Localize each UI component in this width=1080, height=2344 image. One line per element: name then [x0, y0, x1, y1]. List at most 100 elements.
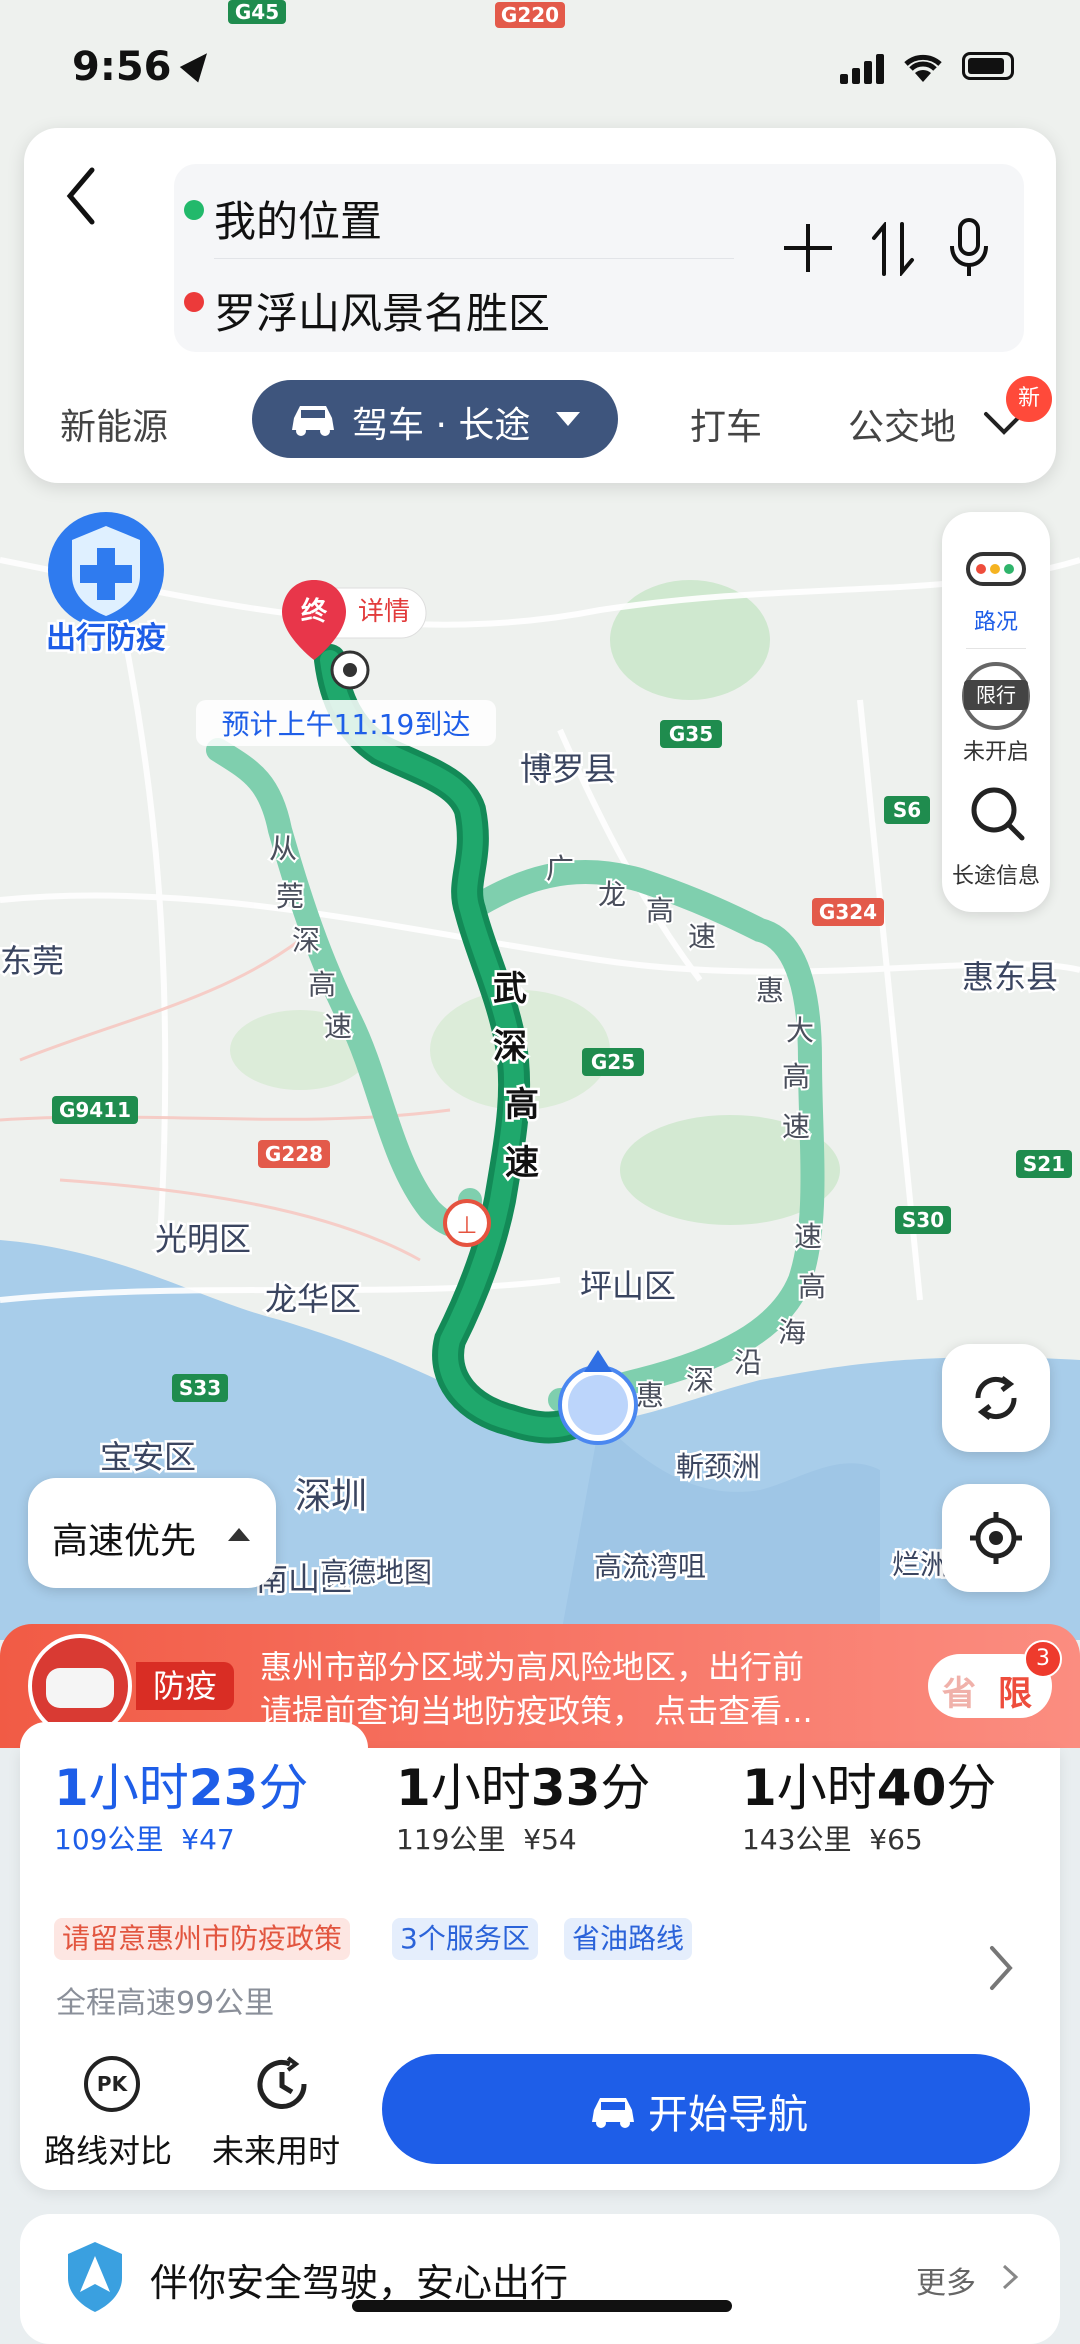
svg-text:终: 终 — [301, 596, 328, 627]
road-congguan-0: 从 — [269, 832, 297, 865]
back-icon[interactable] — [62, 164, 102, 228]
svg-text:G25: G25 — [591, 1050, 635, 1074]
road-wushen-2: 高 — [505, 1085, 539, 1125]
map-watermark: 高德地图 — [320, 1556, 432, 1589]
route-2-time: 1小时33分 — [396, 1759, 651, 1817]
alert-tag: 防疫 — [136, 1662, 234, 1710]
tag-epidemic-policy: 请留意惠州市防疫政策 — [54, 1918, 351, 1960]
signal-icon — [840, 52, 892, 84]
tab-drive-long-label: 驾车 · 长途 — [352, 405, 531, 446]
route-1-time: 1小时23分 — [54, 1759, 309, 1817]
road-huishen-0: 惠 — [636, 1379, 664, 1412]
locate-button[interactable] — [942, 1484, 1050, 1592]
status-bar: 9:56 — [0, 0, 1080, 130]
limit-count-badge: 3 — [1024, 1640, 1062, 1678]
road-wushen-3: 速 — [505, 1143, 539, 1183]
route-option-1[interactable]: 1小时23分 109公里 ¥47 — [54, 1748, 364, 1878]
traffic-label: 路况 — [973, 610, 1018, 635]
origin-field[interactable]: 我的位置 — [214, 188, 382, 249]
tab-transit[interactable]: 公交地 — [848, 398, 958, 450]
shield-s33: S33 — [172, 1374, 228, 1402]
shield-s21: S21 — [1016, 1150, 1072, 1178]
dropdown-caret-icon — [556, 412, 580, 426]
refresh-route-button[interactable] — [942, 1344, 1050, 1452]
svg-text:G9411: G9411 — [59, 1098, 131, 1122]
tab-new-energy[interactable]: 新能源 — [60, 398, 168, 450]
compare-routes-label: 路线对比 — [44, 2132, 173, 2170]
location-arrow-icon — [179, 45, 217, 83]
svg-text:S21: S21 — [1023, 1152, 1065, 1176]
start-navigation-label: 开始导航 — [648, 2092, 808, 2138]
road-guanglong-1: 龙 — [598, 878, 626, 911]
add-waypoint-icon[interactable] — [784, 224, 832, 272]
destination-field[interactable]: 罗浮山风景名胜区 — [214, 280, 550, 341]
tab-drive-long[interactable]: 驾车 · 长途 — [252, 380, 618, 458]
shield-logo-icon — [68, 2242, 122, 2312]
svg-text:出行防疫: 出行防疫 — [46, 621, 166, 656]
swap-icon[interactable] — [870, 222, 916, 276]
road-huida-1: 大 — [786, 1014, 814, 1047]
route-options-card: 1小时23分 109公里 ¥47 1小时33分 119公里 ¥54 1小时40分… — [20, 1722, 1060, 2190]
route-2-detail: 119公里 ¥54 — [396, 1823, 577, 1856]
road-congguan-2: 深 — [292, 924, 320, 957]
svg-text:预计上午11:19到达: 预计上午11:19到达 — [222, 708, 471, 741]
route-preference-label: 高速优先 — [52, 1521, 197, 1562]
svg-text:S33: S33 — [179, 1376, 221, 1400]
safety-banner[interactable]: 伴你安全驾驶，安心出行 更多 — [20, 2214, 1060, 2344]
map-tools-panel: 路况 限行 未开启 长途信息 — [942, 512, 1050, 912]
restrict-label: 未开启 — [962, 740, 1029, 765]
route-3-time: 1小时40分 — [742, 1759, 997, 1817]
road-wushen-1: 深 — [493, 1027, 527, 1067]
shield-g9411: G9411 — [52, 1096, 138, 1124]
route-detail-chevron-icon[interactable] — [986, 1944, 1016, 1992]
place-shenzhen: 深圳 — [295, 1476, 367, 1517]
shield-g35: G35 — [660, 720, 722, 748]
start-navigation-button[interactable]: 开始导航 — [382, 2054, 1030, 2164]
restrict-icon[interactable]: 限行 — [962, 662, 1030, 730]
svg-text:G228: G228 — [265, 1142, 323, 1166]
car-icon — [592, 2098, 634, 2128]
status-time: 9:56 — [72, 44, 172, 90]
route-search-card: 我的位置 罗浮山风景名胜区 新能源 驾车 · 长途 打车 公交地 — [24, 128, 1056, 483]
road-huida-2: 高 — [782, 1060, 810, 1093]
future-time-button[interactable]: 未来用时 — [212, 2048, 352, 2170]
place-gaoliuwan: 高流湾咀 — [594, 1550, 706, 1583]
road-wushen-0: 武 — [493, 969, 527, 1009]
compare-routes-button[interactable]: PK 路线对比 — [44, 2048, 184, 2170]
search-icon[interactable] — [968, 784, 1028, 844]
place-pingshan: 坪山区 — [580, 1267, 676, 1305]
province-label: 省 — [942, 1674, 976, 1714]
microphone-icon[interactable] — [948, 218, 990, 280]
tab-taxi[interactable]: 打车 — [690, 398, 762, 450]
place-baoan: 宝安区 — [100, 1438, 196, 1476]
tag-service-areas: 3个服务区 — [392, 1918, 538, 1960]
route-option-2[interactable]: 1小时33分 119公里 ¥54 — [396, 1748, 706, 1878]
svg-text:S6: S6 — [893, 798, 921, 822]
place-dongguan: 东莞 — [0, 942, 64, 980]
route-3-detail: 143公里 ¥65 — [742, 1823, 923, 1856]
caret-up-icon — [228, 1528, 250, 1541]
more-chevron-icon[interactable] — [1000, 2262, 1020, 2292]
place-boluo: 博罗县 — [520, 750, 616, 788]
svg-text:G324: G324 — [819, 900, 877, 924]
road-guanglong-3: 速 — [688, 920, 716, 953]
shield-s30: S30 — [895, 1206, 951, 1234]
svg-text:G35: G35 — [669, 722, 713, 746]
place-longhua: 龙华区 — [265, 1280, 361, 1318]
road-huishen-3: 海 — [778, 1316, 806, 1349]
route-inputs: 我的位置 罗浮山风景名胜区 — [174, 164, 1024, 352]
more-link[interactable]: 更多 — [916, 2258, 976, 2302]
anti-epidemic-badge[interactable]: 出行防疫 — [44, 512, 169, 659]
place-guangming: 光明区 — [155, 1220, 251, 1258]
alert-line-1: 惠州市部分区域为高风险地区，出行前 — [260, 1648, 805, 1686]
shield-g228: G228 — [258, 1140, 330, 1168]
eta-label: 预计上午11:19到达 — [196, 700, 496, 746]
svg-text:详情: 详情 — [358, 597, 410, 627]
route-option-3[interactable]: 1小时40分 143公里 ¥65 — [742, 1748, 1052, 1878]
road-guanglong-0: 广 — [546, 852, 574, 885]
road-huishen-4: 高 — [798, 1270, 826, 1303]
new-badge: 新 — [1006, 376, 1052, 422]
traffic-icon[interactable] — [966, 552, 1026, 586]
highway-total: 全程高速99公里 — [56, 1986, 275, 2021]
route-preference-button[interactable]: 高速优先 — [28, 1478, 276, 1588]
